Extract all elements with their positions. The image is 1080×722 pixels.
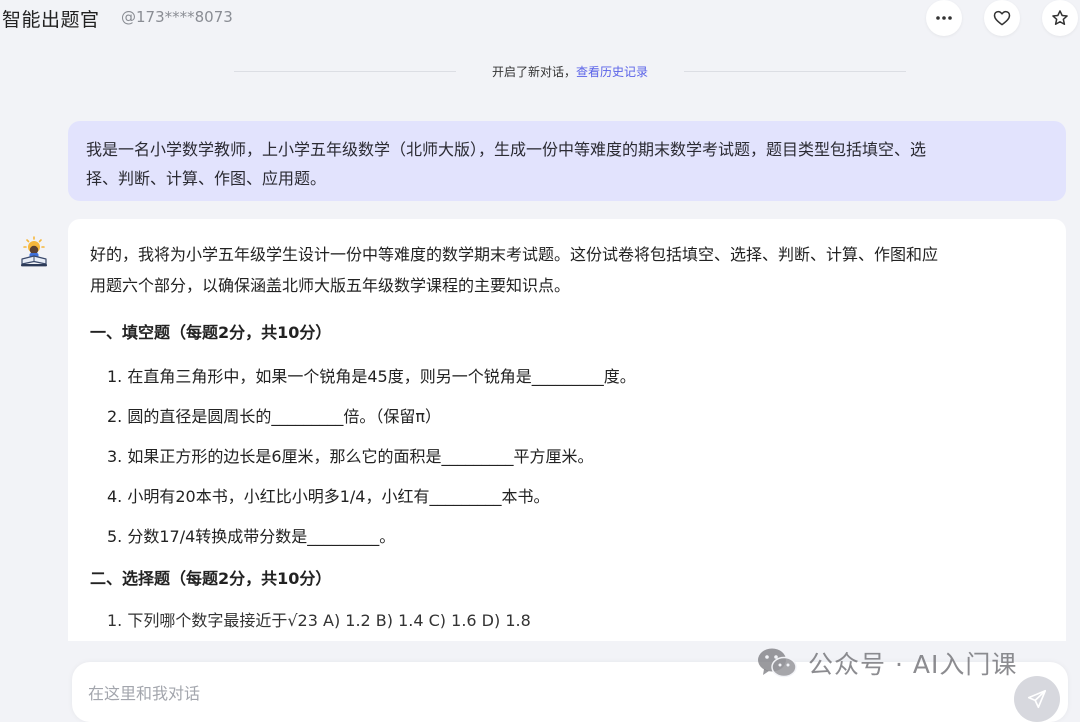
question-item: 4. 小明有20本书，小红比小明多1/4，小红有_________本书。 [107,487,550,506]
star-button[interactable] [1042,0,1078,36]
chat-input[interactable] [88,680,788,706]
send-button[interactable] [1014,676,1060,722]
fill-blank-question-list: 1. 在直角三角形中，如果一个锐角是45度，则另一个锐角是_________度。… [90,357,1044,557]
user-message-bubble: 我是一名小学数学教师，上小学五年级数学（北师大版），生成一份中等难度的期末数学考… [68,121,1066,201]
user-id: @173****8073 [121,8,233,26]
question-item: 1. 在直角三角形中，如果一个锐角是45度，则另一个锐角是_________度。 [107,367,636,386]
more-button[interactable] [926,0,962,36]
new-chat-notice: 开启了新对话， [491,65,576,79]
user-message-line-1: 我是一名小学数学教师，上小学五年级数学（北师大版），生成一份中等难度的期末数学考… [86,140,927,159]
intro-line-1: 好的，我将为小学五年级学生设计一份中等难度的数学期末考试题。这份试卷将包括填空、… [90,245,939,264]
app-title: 智能出题官 [2,9,100,31]
heart-icon [993,10,1011,26]
user-message-line-2: 择、判断、计算、作图、应用题。 [86,169,327,188]
question-item: 2. 圆的直径是圆周长的_________倍。（保留π） [107,407,441,426]
top-bar: 智能出题官 @173****8073 [0,0,1080,40]
teacher-avatar-icon [21,236,47,267]
assistant-message-card: 好的，我将为小学五年级学生设计一份中等难度的数学期末考试题。这份试卷将包括填空、… [68,219,1066,641]
intro-line-2: 用题六个部分，以确保涵盖北师大版五年级数学课程的主要知识点。 [90,276,571,295]
wechat-icon [758,648,797,678]
new-chat-divider: 开启了新对话，查看历史记录 [0,62,1080,82]
section-fill-blank-heading: 一、填空题（每题2分，共10分） [90,323,332,342]
watermark: 公众号 · AI入门课 [756,643,1017,683]
favorite-button[interactable] [984,0,1020,36]
question-item: 5. 分数17/4转换成带分数是_________。 [107,527,396,546]
assistant-avatar [17,235,51,269]
view-history-link[interactable]: 查看历史记录 [576,65,648,79]
more-icon [936,16,952,20]
divider-text: 开启了新对话，查看历史记录 [0,63,1080,80]
section-choice-heading: 二、选择题（每题2分，共10分） [90,569,332,588]
watermark-text: 公众号 · AI入门课 [808,650,1018,679]
question-item: 3. 如果正方形的边长是6厘米，那么它的面积是_________平方厘米。 [107,447,594,466]
assistant-intro: 好的，我将为小学五年级学生设计一份中等难度的数学期末考试题。这份试卷将包括填空、… [90,239,1044,301]
question-item-partial: 1. 下列哪个数字最接近于√23 A) 1.2 B) 1.4 C) 1.6 D)… [107,611,531,630]
star-icon [1052,10,1068,25]
send-icon [1027,689,1047,709]
